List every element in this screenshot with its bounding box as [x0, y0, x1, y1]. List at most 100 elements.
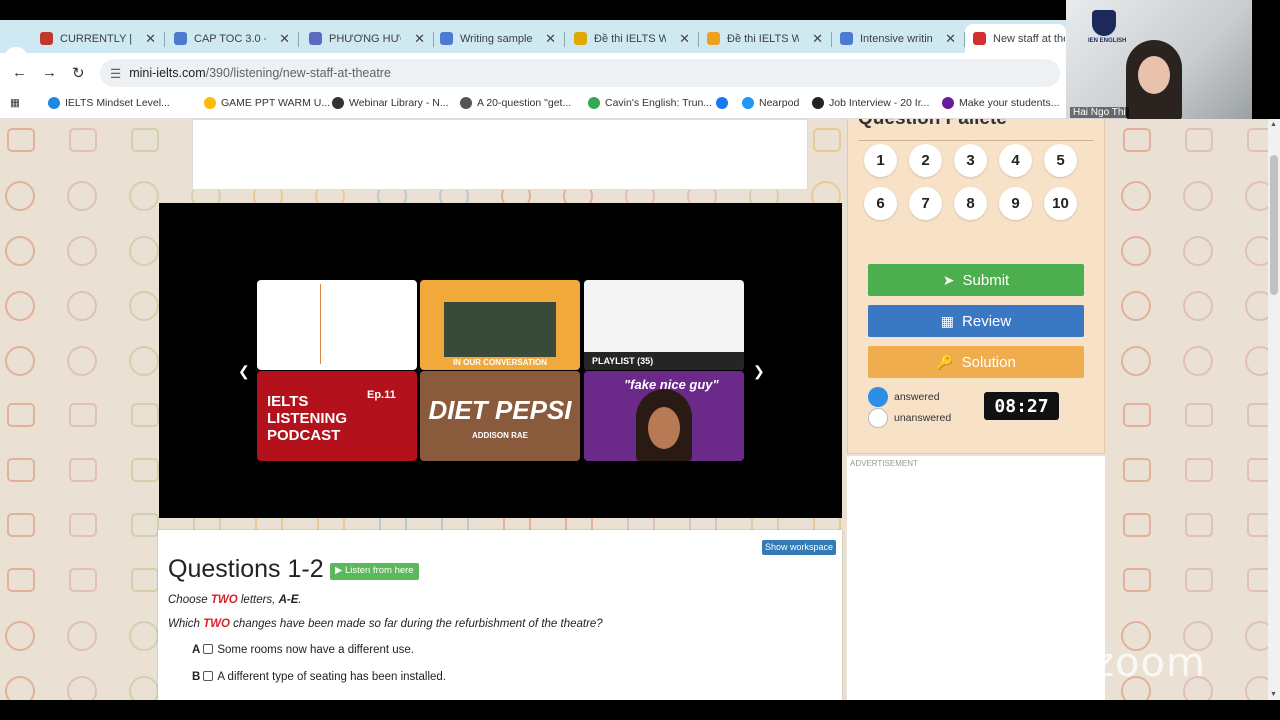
question-number-6[interactable]: 6 — [864, 187, 897, 220]
questions-heading: Questions 1-2 — [168, 555, 324, 583]
prev-arrow-icon[interactable]: ❮ — [238, 363, 250, 380]
tab-title: Writing sample — [460, 32, 532, 45]
related-video-thumb-6[interactable]: "fake nice guy" — [584, 371, 744, 461]
apps-icon[interactable]: ▦ — [10, 97, 20, 109]
thumb-caption: IN OUR CONVERSATION — [452, 358, 548, 367]
favicon-icon — [840, 32, 853, 45]
doodle-shape — [7, 568, 35, 592]
doodle-shape — [69, 403, 97, 427]
doodle-shape — [7, 128, 35, 152]
thumb-caption: "fake nice guy" — [624, 377, 719, 392]
zoom-bottom-strip — [0, 700, 1280, 720]
submit-button[interactable]: ➤ Submit — [868, 264, 1084, 296]
bookmark-label: Webinar Library - N... — [349, 97, 449, 109]
related-video-thumb-2[interactable]: IN OUR CONVERSATION — [420, 280, 580, 370]
doodle-shape — [1247, 403, 1268, 427]
question-number-9[interactable]: 9 — [999, 187, 1032, 220]
forward-icon[interactable]: → — [42, 64, 57, 81]
bookmark-4[interactable]: A 20-question "get... — [460, 97, 571, 109]
question-number-8[interactable]: 8 — [954, 187, 987, 220]
bookmark-1[interactable]: IELTS Mindset Level... — [48, 97, 170, 109]
doodle-shape — [131, 128, 159, 152]
bookmark-6[interactable] — [716, 97, 733, 109]
tab-7[interactable]: Intensive writing ✕ — [832, 24, 962, 53]
tab-4[interactable]: Writing sample ✕ — [432, 24, 562, 53]
next-arrow-icon[interactable]: ❯ — [753, 363, 765, 380]
doodle-shape — [5, 291, 35, 321]
tab-5[interactable]: Đề thi IELTS Writ ✕ — [566, 24, 696, 53]
question-number-5[interactable]: 5 — [1044, 144, 1077, 177]
tab-title: CURRENTLY | En — [60, 32, 132, 45]
doodle-shape — [129, 346, 159, 376]
close-tab-icon[interactable]: ✕ — [679, 31, 690, 47]
close-tab-icon[interactable]: ✕ — [812, 31, 823, 47]
listen-from-here-button[interactable]: ▶ Listen from here — [330, 563, 419, 580]
review-button[interactable]: ▦ Review — [868, 305, 1084, 337]
doodle-shape — [5, 346, 35, 376]
related-video-thumb-4[interactable]: IELTS LISTENING PODCAST Ep.11 — [257, 371, 417, 461]
tab-6[interactable]: Đề thi IELTS Writ ✕ — [699, 24, 829, 53]
doodle-shape — [131, 568, 159, 592]
tab-2[interactable]: CAP TOC 3.0 - 6 ✕ — [166, 24, 296, 53]
doodle-shape — [1245, 291, 1268, 321]
question-palette: Question Pallete ➤Submit ▦Review 🔑Soluti… — [847, 119, 1105, 454]
solution-button[interactable]: 🔑 Solution — [868, 346, 1084, 378]
question-number-2[interactable]: 2 — [909, 144, 942, 177]
page-scrollbar[interactable]: ▲ ▼ — [1268, 119, 1280, 700]
doodle-shape — [69, 568, 97, 592]
related-video-thumb-5[interactable]: DIET PEPSI ADDISON RAE — [420, 371, 580, 461]
doodle-shape — [1245, 346, 1268, 376]
question-number-4[interactable]: 4 — [999, 144, 1032, 177]
option-b-checkbox[interactable] — [203, 670, 214, 681]
address-bar[interactable]: ☰ mini-ielts.com/390/listening/new-staff… — [100, 59, 1060, 87]
close-tab-icon[interactable]: ✕ — [279, 31, 290, 47]
close-tab-icon[interactable]: ✕ — [545, 31, 556, 47]
playlist-label: PLAYLIST (35) — [592, 356, 654, 366]
tab-3[interactable]: PHƯƠNG HƯỚN ✕ — [301, 24, 431, 53]
participant-name: Hai Ngo Thi — [1070, 107, 1129, 118]
bookmark-7[interactable]: Nearpod — [742, 97, 799, 109]
question-number-10[interactable]: 10 — [1044, 187, 1077, 220]
scroll-down-icon[interactable]: ▼ — [1270, 691, 1277, 698]
bookmark-label: GAME PPT WARM U... — [221, 97, 331, 109]
doodle-shape — [1123, 513, 1151, 537]
zoom-video-tile: IEN ENGLISH Hai Ngo Thi — [1066, 0, 1252, 120]
tab-1[interactable]: CURRENTLY | En ✕ — [32, 24, 162, 53]
bookmark-5[interactable]: Cavin's English: Trun... — [588, 97, 712, 109]
bookmark-icon — [204, 97, 216, 109]
close-tab-icon[interactable]: ✕ — [414, 31, 425, 47]
close-tab-icon[interactable]: ✕ — [945, 31, 956, 47]
doodle-shape — [69, 513, 97, 537]
tab-8[interactable]: New staff at the — [965, 24, 1066, 53]
doodle-shape — [129, 181, 159, 211]
reload-icon[interactable]: ↻ — [72, 64, 85, 82]
back-icon[interactable]: ← — [12, 64, 27, 81]
scroll-up-icon[interactable]: ▲ — [1270, 121, 1277, 128]
question-number-7[interactable]: 7 — [909, 187, 942, 220]
bookmark-2[interactable]: GAME PPT WARM U... — [204, 97, 330, 109]
site-info-icon[interactable]: ☰ — [110, 66, 121, 81]
close-tab-icon[interactable]: ✕ — [145, 31, 156, 47]
option-a-checkbox[interactable] — [203, 643, 214, 654]
doodle-shape — [67, 181, 97, 211]
show-workspace-button[interactable]: Show workspace — [761, 540, 836, 555]
favicon-icon — [440, 32, 453, 45]
bookmark-3[interactable]: Webinar Library - N... — [332, 97, 449, 109]
zoom-watermark: zoom — [1093, 640, 1206, 686]
bookmark-label: Nearpod — [759, 97, 800, 109]
related-video-thumb-3[interactable]: PLAYLIST (35) — [584, 280, 744, 370]
artist-label: ADDISON RAE — [471, 431, 528, 440]
web-page: ❮ ❯ IN OUR CONVERSATION PLAYLIST (35) IELT… — [0, 119, 1268, 700]
tab-bar: ▼ CURRENTLY | En✕CAP TOC 3.0 - 6✕PHƯƠNG … — [0, 20, 1066, 67]
bookmark-9[interactable]: Make your students... — [942, 97, 1059, 109]
doodle-shape — [1183, 236, 1213, 266]
bookmarks-bar: ▦ IELTS Mindset Level... GAME PPT WARM U.… — [0, 91, 1066, 119]
bookmark-label: Job Interview - 20 Ir... — [829, 97, 930, 109]
bookmark-8[interactable]: Job Interview - 20 Ir... — [812, 97, 929, 109]
question-number-1[interactable]: 1 — [864, 144, 897, 177]
scroll-thumb[interactable] — [1270, 155, 1278, 295]
doodle-shape — [1121, 346, 1151, 376]
related-video-thumb-1[interactable] — [257, 280, 417, 370]
question-number-3[interactable]: 3 — [954, 144, 987, 177]
option-b: BA different type of seating has been in… — [192, 670, 446, 683]
